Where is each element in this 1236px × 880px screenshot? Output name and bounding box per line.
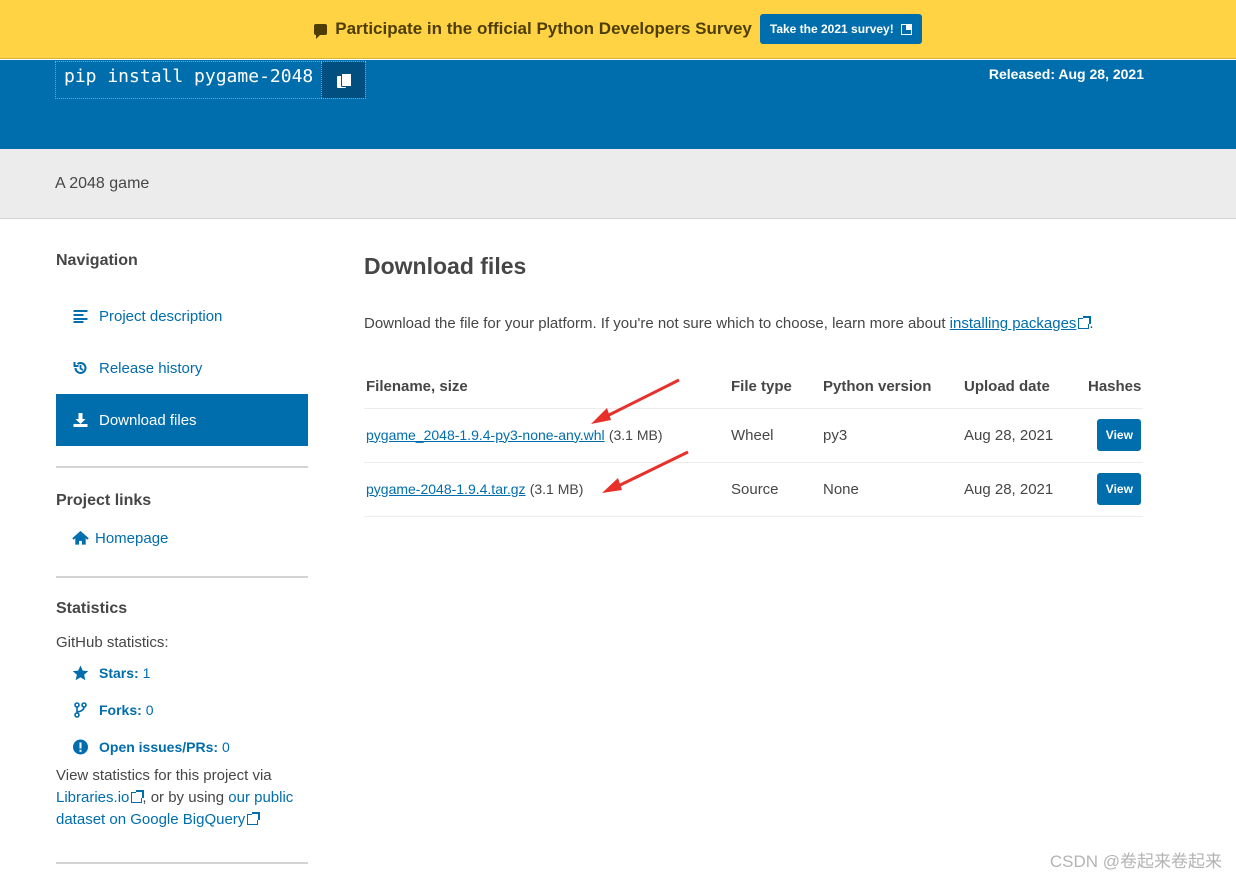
pip-command[interactable]: pip install pygame-2048 (56, 62, 321, 98)
stat-label: Open issues/PRs: (99, 738, 219, 755)
fork-icon (74, 701, 87, 718)
view-hashes-button[interactable]: View (1097, 419, 1142, 451)
homepage-label: Homepage (95, 529, 169, 547)
history-icon (73, 362, 87, 374)
python-version: py3 (821, 408, 962, 463)
alert-icon (73, 739, 88, 754)
table-header-row: Filename, size File type Python version … (364, 366, 1144, 409)
github-statistics-label: GitHub statistics: (56, 634, 169, 651)
column-header: File type (729, 366, 821, 409)
files-table: Filename, size File type Python version … (364, 366, 1144, 517)
stat-label: Stars: (99, 664, 139, 681)
upload-date: Aug 28, 2021 (962, 408, 1086, 463)
survey-message: Participate in the official Python Devel… (314, 19, 752, 39)
nav-project-description[interactable]: Project description (56, 290, 308, 342)
copy-button[interactable] (321, 62, 366, 98)
column-header: Hashes (1086, 366, 1144, 409)
sidebar-divider (56, 576, 308, 578)
watermark: CSDN @卷起来卷起来 (1049, 852, 1222, 871)
survey-text: Participate in the official Python Devel… (335, 19, 752, 38)
download-intro-text: Download the file for your platform. If … (364, 315, 946, 332)
home-icon (72, 530, 89, 545)
survey-banner: Participate in the official Python Devel… (0, 0, 1236, 59)
file-size: (3.1 MB) (529, 480, 584, 497)
stat-stars[interactable]: Stars: 1 (56, 654, 308, 691)
stat-value: 0 (221, 738, 230, 755)
package-summary: A 2048 game (55, 175, 150, 192)
table-row: pygame-2048-1.9.4.tar.gz (3.1 MB) Source… (364, 462, 1144, 517)
package-summary-band: A 2048 game (0, 149, 1236, 219)
upload-date: Aug 28, 2021 (962, 462, 1086, 517)
download-intro: Download the file for your platform. If … (364, 315, 1094, 332)
statistics-note-text: View statistics for this project via (56, 767, 272, 784)
sidebar-divider (56, 466, 308, 468)
statistics-note-text-2: , or by using (142, 789, 225, 806)
navigation-heading: Navigation (56, 252, 138, 269)
external-link-icon (131, 790, 145, 803)
homepage-link[interactable]: Homepage (56, 524, 308, 552)
nav-label: Release history (99, 359, 203, 377)
project-links-heading: Project links (56, 492, 152, 509)
sidebar: Navigation Project description Release h… (56, 220, 308, 831)
hashes-cell: View (1086, 462, 1144, 517)
stat-open-issues[interactable]: Open issues/PRs: 0 (56, 728, 308, 765)
external-link-icon (1078, 316, 1092, 329)
download-icon (73, 413, 88, 427)
table-row: pygame_2048-1.9.4-py3-none-any.whl (3.1 … (364, 408, 1144, 463)
view-hashes-button[interactable]: View (1097, 473, 1142, 505)
libraries-io-link[interactable]: Libraries.io (56, 789, 129, 806)
stat-value: 0 (145, 701, 154, 718)
take-survey-label: Take the 2021 survey! (769, 22, 894, 36)
pip-command-box: pip install pygame-2048 (55, 61, 367, 99)
column-header: Upload date (962, 366, 1086, 409)
annotation-arrow (602, 450, 689, 493)
statistics-heading: Statistics (56, 600, 128, 617)
annotation-arrow (591, 378, 680, 424)
comment-icon (314, 23, 328, 39)
file-download-link[interactable]: pygame_2048-1.9.4-py3-none-any.whl (366, 427, 605, 443)
copy-icon (337, 72, 353, 88)
python-version: None (821, 462, 962, 517)
nav-download-files[interactable]: Download files (56, 394, 308, 446)
external-link-icon (247, 812, 261, 825)
star-icon (72, 665, 89, 680)
installing-packages-link[interactable]: installing packages (950, 315, 1077, 332)
nav-label: Project description (99, 307, 223, 325)
list-icon (73, 310, 88, 323)
sidebar-divider (56, 862, 308, 864)
file-download-link[interactable]: pygame-2048-1.9.4.tar.gz (366, 481, 526, 497)
statistics-note: View statistics for this project via Lib… (56, 765, 308, 831)
stat-label: Forks: (99, 701, 142, 718)
file-type: Wheel (729, 408, 821, 463)
stat-value: 1 (142, 664, 151, 681)
file-type: Source (729, 462, 821, 517)
nav-label: Download files (99, 411, 197, 429)
download-files-heading: Download files (364, 253, 527, 279)
stat-forks[interactable]: Forks: 0 (56, 691, 308, 728)
external-link-icon (900, 21, 914, 35)
column-header: Python version (821, 366, 962, 409)
release-date: Released: Aug 28, 2021 (988, 66, 1144, 82)
hashes-cell: View (1086, 408, 1144, 463)
take-survey-button[interactable]: Take the 2021 survey! (759, 14, 922, 44)
nav-release-history[interactable]: Release history (56, 342, 308, 394)
